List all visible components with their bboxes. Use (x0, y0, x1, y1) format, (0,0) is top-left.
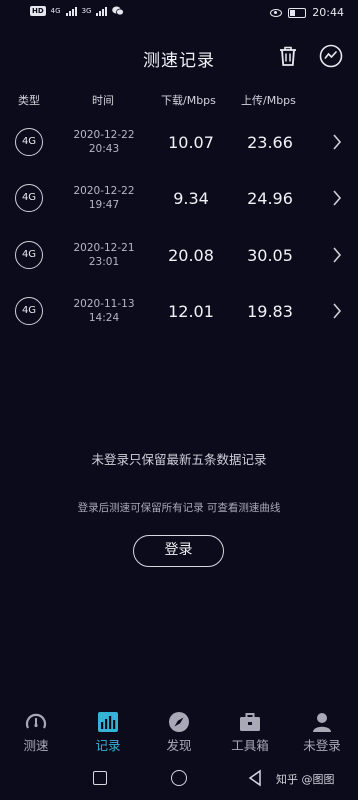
login-button[interactable]: 登录 (133, 535, 224, 567)
recent-apps-icon[interactable] (93, 771, 107, 785)
tab-label: 测速 (23, 738, 49, 753)
battery-icon (288, 7, 307, 18)
record-row[interactable]: 4G 2020-12-22 20:43 10.07 23.66 (0, 116, 358, 172)
upload-speed: 19.83 (247, 302, 293, 321)
chevron-right-icon (333, 190, 342, 206)
download-speed: 10.07 (168, 133, 214, 152)
tab-label: 工具箱 (231, 738, 269, 753)
record-time: 19:47 (88, 199, 120, 211)
compass-icon (169, 712, 189, 732)
network-type-badge: 4G (15, 184, 43, 212)
page-title: 测速记录 (143, 51, 215, 71)
record-time: 14:24 (88, 312, 120, 324)
record-time: 23:01 (88, 256, 120, 268)
eye-comfort-icon (270, 8, 283, 17)
download-speed: 20.08 (168, 246, 214, 265)
wechat-icon (112, 6, 125, 16)
network-type-badge: 4G (15, 241, 43, 269)
chevron-right-icon (333, 134, 342, 150)
column-header-upload: 上传/Mbps (241, 94, 296, 107)
header: 测速记录 (0, 38, 358, 78)
system-nav-bar: 知乎 @图图 (0, 757, 358, 800)
status-left: HD 4G 3G (30, 6, 125, 16)
record-time: 20:43 (88, 143, 120, 155)
tab-speedtest[interactable]: 测速 (0, 702, 72, 754)
watermark: 知乎 @图图 (276, 773, 335, 786)
download-speed: 9.34 (173, 189, 209, 208)
column-header-time: 时间 (92, 94, 114, 107)
toolbox-icon (240, 713, 260, 731)
network-type-badge: 4G (15, 128, 43, 156)
login-notice-detail: 登录后测速可保留所有记录 可查看测速曲线 (77, 502, 281, 514)
hd-indicator: HD (30, 6, 46, 16)
column-header-download: 下载/Mbps (161, 94, 216, 107)
upload-speed: 23.66 (247, 133, 293, 152)
trash-icon[interactable] (275, 43, 301, 69)
tab-label: 发现 (166, 738, 192, 753)
record-row[interactable]: 4G 2020-12-22 19:47 9.34 24.96 (0, 172, 358, 228)
upload-speed: 30.05 (247, 246, 293, 265)
record-date: 2020-12-21 (73, 242, 135, 254)
status-bar: HD 4G 3G 20:44 (0, 0, 358, 28)
record-row[interactable]: 4G 2020-11-13 14:24 12.01 19.83 (0, 285, 358, 341)
network-3g-label: 3G (81, 7, 92, 15)
network-type-badge: 4G (15, 297, 43, 325)
speedometer-icon (25, 713, 47, 729)
home-icon[interactable] (171, 770, 187, 786)
signal-icon (65, 6, 77, 16)
tab-account[interactable]: 未登录 (286, 702, 358, 754)
user-icon (313, 713, 331, 732)
network-4g-label: 4G (50, 7, 61, 15)
bottom-tab-bar: 测速 记录 发现 工具箱 未登录 (0, 702, 358, 754)
upload-speed: 24.96 (247, 189, 293, 208)
login-notice: 未登录只保留最新五条数据记录 (91, 452, 267, 467)
record-row[interactable]: 4G 2020-12-21 23:01 20.08 30.05 (0, 229, 358, 285)
back-icon[interactable] (248, 769, 262, 787)
record-date: 2020-12-22 (73, 129, 135, 141)
tab-label: 记录 (95, 738, 121, 753)
tab-discover[interactable]: 发现 (143, 702, 215, 754)
status-right: 20:44 (270, 6, 344, 19)
tab-label: 未登录 (303, 738, 341, 753)
download-speed: 12.01 (168, 302, 214, 321)
column-header-type: 类型 (18, 94, 40, 107)
tab-records[interactable]: 记录 (72, 702, 144, 754)
chevron-right-icon (333, 303, 342, 319)
record-date: 2020-11-13 (73, 298, 135, 310)
trend-chart-icon[interactable] (318, 43, 344, 69)
record-date: 2020-12-22 (73, 185, 135, 197)
records-chart-icon (98, 712, 118, 732)
chevron-right-icon (333, 247, 342, 263)
signal-icon-2 (96, 6, 108, 16)
clock: 20:44 (312, 6, 344, 19)
tab-toolbox[interactable]: 工具箱 (214, 702, 286, 754)
